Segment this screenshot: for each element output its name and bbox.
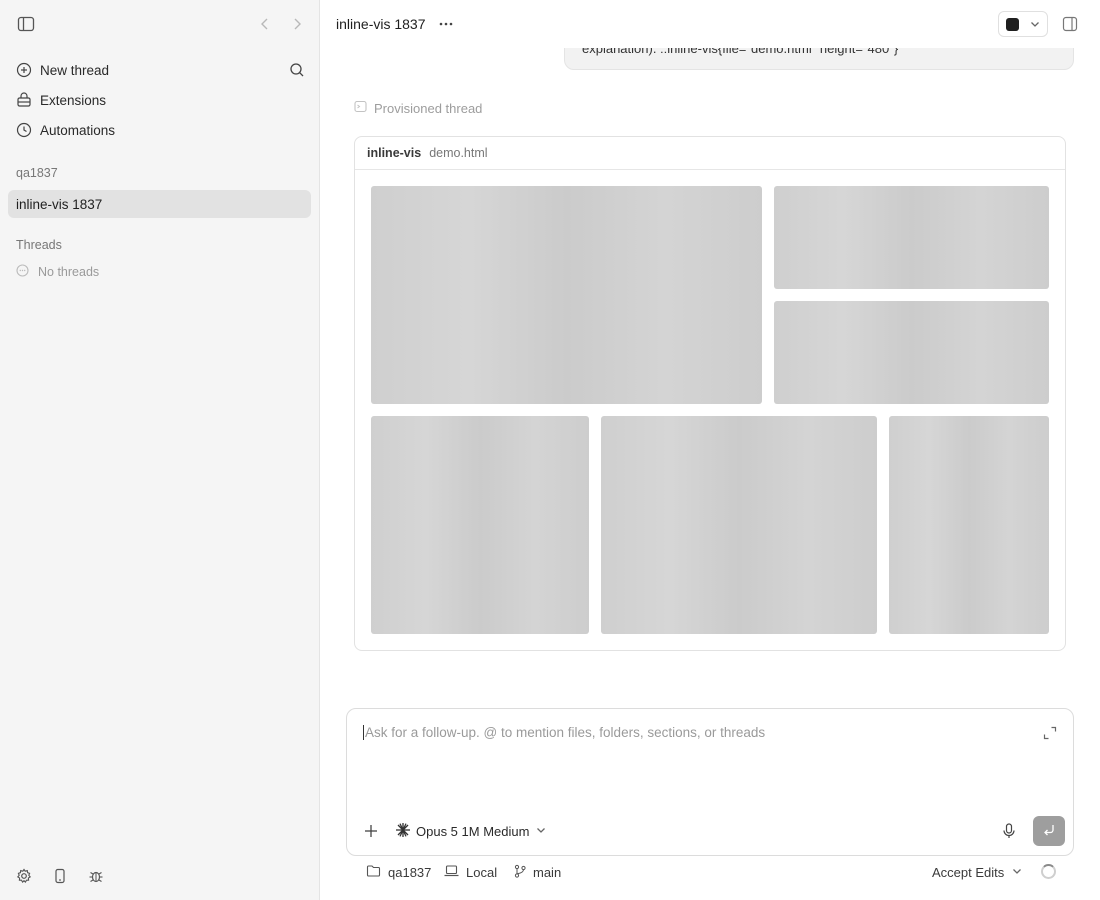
model-selector[interactable]: Opus 5 1M Medium bbox=[395, 822, 547, 840]
expand-icon[interactable] bbox=[1043, 726, 1057, 740]
sidebar-item-active-thread[interactable]: inline-vis 1837 bbox=[8, 190, 311, 218]
placeholder-tile-large bbox=[371, 186, 762, 404]
model-name: Opus 5 1M Medium bbox=[416, 823, 530, 839]
threads-section-label: Threads bbox=[16, 238, 62, 252]
project-label: qa1837 bbox=[16, 166, 58, 180]
inline-vis-card-header: inline-vis demo.html bbox=[355, 137, 1065, 170]
provisioned-thread-label: Provisioned thread bbox=[374, 100, 483, 116]
send-icon bbox=[1042, 823, 1056, 840]
inline-vis-filename[interactable]: demo.html bbox=[429, 146, 487, 160]
placeholder-tile-bottom-right bbox=[889, 416, 1049, 634]
chevron-down-icon bbox=[535, 824, 547, 839]
active-thread-label: inline-vis 1837 bbox=[16, 196, 103, 212]
clock-icon bbox=[16, 122, 32, 138]
plus-circle-icon bbox=[16, 62, 32, 78]
edit-mode-label: Accept Edits bbox=[932, 864, 1005, 880]
chat-bubble-icon bbox=[16, 264, 29, 280]
automations-label: Automations bbox=[40, 122, 116, 138]
environment-selector[interactable]: Local bbox=[444, 863, 497, 881]
provisioned-thread-status: Provisioned thread bbox=[354, 100, 482, 116]
status-bar: qa1837 Local main Accept Edits bbox=[320, 860, 1100, 884]
send-button[interactable] bbox=[1033, 816, 1065, 846]
sidebar-toolbar bbox=[0, 0, 319, 48]
new-thread-button[interactable]: New thread bbox=[8, 56, 311, 84]
mobile-device-icon[interactable] bbox=[52, 868, 68, 884]
microphone-icon[interactable] bbox=[1001, 822, 1017, 840]
extensions-label: Extensions bbox=[40, 92, 107, 108]
main-panel: inline-vis 1837 explanation). ::inline-v… bbox=[320, 0, 1100, 900]
loading-spinner-icon bbox=[1041, 864, 1056, 879]
terminal-icon bbox=[354, 100, 367, 116]
header: inline-vis 1837 bbox=[320, 0, 1100, 48]
chevron-down-icon bbox=[1029, 18, 1041, 30]
placeholder-tile-bottom-left bbox=[371, 416, 589, 634]
app-logo-icon bbox=[1006, 18, 1019, 31]
sidebar: New thread Extensions Automations qa1837… bbox=[0, 0, 320, 900]
forward-arrow-icon[interactable] bbox=[290, 16, 304, 32]
folder-selector[interactable]: qa1837 bbox=[366, 863, 431, 881]
laptop-icon bbox=[444, 864, 459, 881]
placeholder-tile-bottom-center bbox=[601, 416, 877, 634]
no-threads-placeholder: No threads bbox=[16, 263, 99, 281]
new-thread-label: New thread bbox=[40, 62, 110, 78]
branch-selector[interactable]: main bbox=[514, 863, 561, 881]
no-threads-label: No threads bbox=[38, 265, 100, 279]
chevron-down-icon bbox=[1011, 865, 1023, 880]
sparkle-icon bbox=[395, 822, 411, 841]
settings-gear-icon[interactable] bbox=[16, 868, 32, 884]
inline-vis-kind: inline-vis bbox=[367, 146, 422, 160]
right-panel-toggle-icon[interactable] bbox=[1062, 16, 1078, 32]
inline-vis-card: inline-vis demo.html bbox=[354, 136, 1066, 651]
sidebar-toggle-icon[interactable] bbox=[17, 16, 35, 32]
edit-mode-selector[interactable]: Accept Edits bbox=[932, 863, 1023, 881]
composer[interactable]: Ask for a follow-up. @ to mention files,… bbox=[346, 708, 1074, 856]
branch-label: main bbox=[533, 864, 562, 880]
folder-label: qa1837 bbox=[388, 864, 432, 880]
environment-label: Local bbox=[466, 864, 498, 880]
more-options-icon[interactable] bbox=[438, 14, 454, 34]
sidebar-item-extensions[interactable]: Extensions bbox=[8, 86, 311, 114]
sidebar-item-automations[interactable]: Automations bbox=[8, 116, 311, 144]
app-switcher-dropdown[interactable] bbox=[998, 11, 1048, 37]
bug-icon[interactable] bbox=[88, 868, 104, 884]
placeholder-tile-top-right bbox=[774, 186, 1049, 289]
git-branch-icon bbox=[514, 864, 526, 881]
sidebar-footer bbox=[0, 864, 319, 888]
search-icon[interactable] bbox=[289, 62, 305, 78]
back-arrow-icon[interactable] bbox=[258, 16, 272, 32]
extensions-icon bbox=[16, 92, 32, 108]
page-title: inline-vis 1837 bbox=[336, 16, 426, 32]
add-attachment-icon[interactable] bbox=[363, 823, 379, 839]
folder-icon bbox=[366, 864, 381, 881]
follow-up-input[interactable]: Ask for a follow-up. @ to mention files,… bbox=[363, 725, 765, 740]
placeholder-tile-mid-right bbox=[774, 301, 1049, 404]
